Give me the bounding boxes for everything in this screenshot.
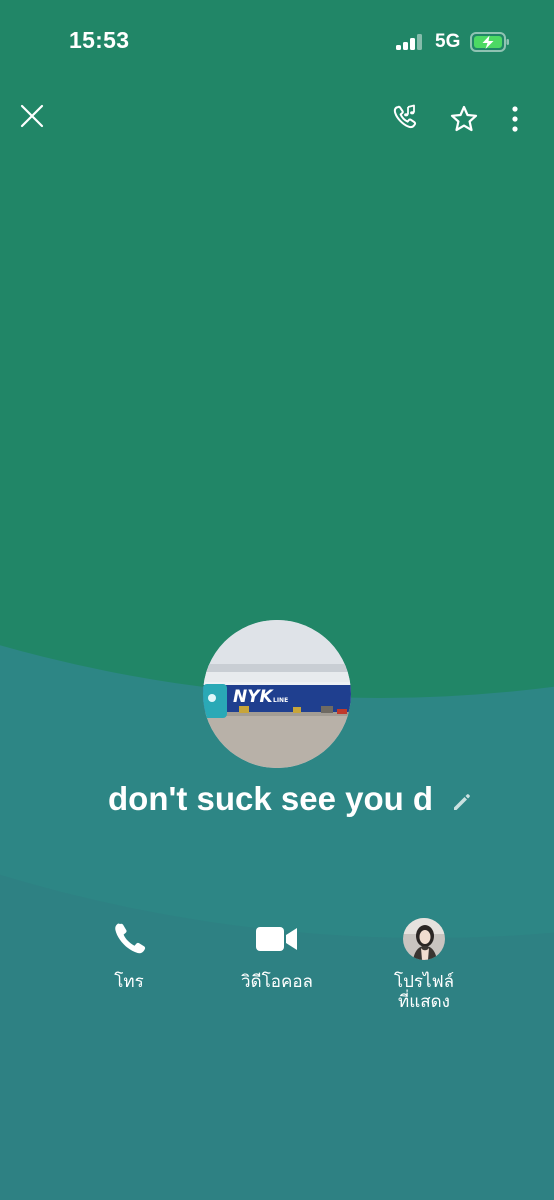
pencil-icon[interactable]	[451, 792, 472, 813]
svg-text:NYK: NYK	[233, 687, 275, 707]
top-bar	[0, 96, 554, 142]
call-label: โทร	[114, 972, 144, 991]
video-call-action[interactable]: วิดีโอคอล	[202, 916, 352, 992]
call-action[interactable]: โทร	[54, 916, 204, 992]
svg-text:LINE: LINE	[273, 697, 288, 704]
profile-avatar[interactable]: NYK LINE	[203, 620, 351, 768]
network-type: 5G	[435, 31, 461, 52]
profile-screen: 15:53 5G NYK LINE don't suck see you d โ…	[0, 0, 554, 1200]
favorite-button[interactable]	[444, 99, 484, 139]
ringtone-button[interactable]	[385, 98, 425, 138]
status-time: 15:53	[69, 27, 130, 53]
action-bar: โทร วิดีโอคอล โปรไฟล์ ที่แสดง	[0, 916, 554, 1026]
battery-charging-icon	[470, 32, 509, 52]
name-row: don't suck see you d	[0, 780, 554, 824]
close-icon	[20, 104, 44, 128]
more-options-button[interactable]	[498, 99, 532, 139]
phone-music-icon	[393, 104, 417, 129]
profile-thumbnail	[403, 918, 445, 960]
video-call-label: วิดีโอคอล	[241, 972, 313, 991]
display-profile-label: โปรไฟล์ ที่แสดง	[393, 972, 455, 1011]
more-vertical-icon	[512, 106, 518, 132]
status-bar: 15:53 5G	[0, 0, 554, 84]
close-button[interactable]	[12, 96, 52, 136]
profile-name: don't suck see you d	[108, 780, 434, 817]
phone-icon	[115, 923, 146, 954]
video-camera-icon	[256, 927, 297, 951]
display-profile-action[interactable]: โปรไฟล์ ที่แสดง	[349, 916, 499, 1012]
star-icon	[450, 105, 478, 132]
signal-strength-icon	[396, 34, 424, 50]
profile-photo: NYK LINE	[203, 620, 351, 768]
